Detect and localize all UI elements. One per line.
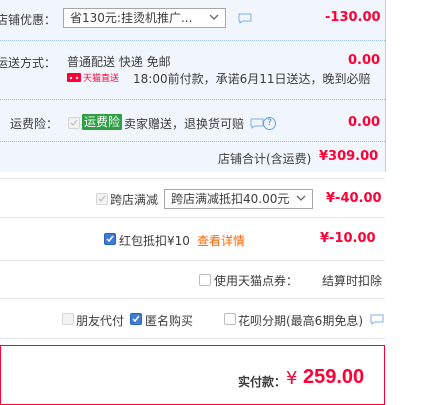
chevron-down-icon [296,195,306,201]
insurance-amount: 0.00 [348,115,381,130]
subtotal-amount: ¥309.00 [319,149,379,164]
total-currency: ¥ [286,368,298,389]
friend-pay-checkbox[interactable] [62,313,74,325]
insurance-text: 卖家赠送，退换货可赔 [124,117,245,131]
red-packet-amount: ¥-10.00 [320,231,376,246]
huabei-label: 花呗分期(最高6期免息) [238,314,363,328]
red-packet-label: 红包抵扣¥10 [119,234,190,248]
chevron-down-icon [209,14,219,20]
total-amount: 259.00 [303,366,365,388]
divider [0,141,385,142]
divider [0,40,385,41]
red-packet-checkbox[interactable] [104,233,116,245]
help-icon[interactable]: ? [263,117,276,130]
tmall-badge-text: 天猫直送 [83,74,120,84]
cross-store-select[interactable]: 跨店满减抵扣40.00元 [164,189,313,209]
divider [0,260,385,261]
shop-discount-amount: -130.00 [325,10,381,25]
friend-pay-label: 朋友代付 [76,314,125,328]
red-packet-detail-link[interactable]: 查看详情 [197,232,245,249]
chat-icon[interactable] [370,314,384,325]
anonymous-label: 匿名购买 [145,314,194,328]
chat-icon[interactable] [238,13,252,24]
tmall-points-label: 使用天猫点券： [214,274,299,288]
cross-store-label: 跨店满减 [110,193,159,207]
tmall-logo-icon [67,73,81,82]
insurance-label: 运费险： [10,117,59,131]
shop-discount-selected: 省130元:挂烫机推广... [70,11,193,25]
subtotal-label: 店铺合计(含运费) [218,152,312,166]
divider [0,217,385,218]
shipping-amount: 0.00 [348,53,381,68]
shop-discount-select[interactable]: 省130元:挂烫机推广... [63,8,226,28]
insurance-checkbox[interactable] [68,117,80,129]
shipping-label: 运送方式： [0,56,57,70]
tmall-points-note: 结算时扣除 [322,274,383,288]
cross-store-checkbox[interactable] [96,193,108,205]
total-label: 实付款： [238,375,287,389]
shipping-method: 普通配送 快递 免邮 [67,55,171,69]
divider [0,298,385,299]
shop-discount-label: 店铺优惠： [0,13,57,27]
shipping-note: 18:00前付款，承诺6月11日送达，晚到必赔 [133,72,371,86]
chat-icon[interactable] [250,118,264,129]
tmall-points-checkbox[interactable] [199,274,211,286]
anonymous-checkbox[interactable] [130,313,142,325]
divider [0,178,385,179]
huabei-checkbox[interactable] [224,313,236,325]
divider [0,99,385,100]
divider [0,338,385,339]
cross-store-amount: ¥-40.00 [326,191,382,206]
insurance-tag: 运费险 [82,114,123,130]
cross-store-selected: 跨店满减抵扣40.00元 [171,192,290,206]
